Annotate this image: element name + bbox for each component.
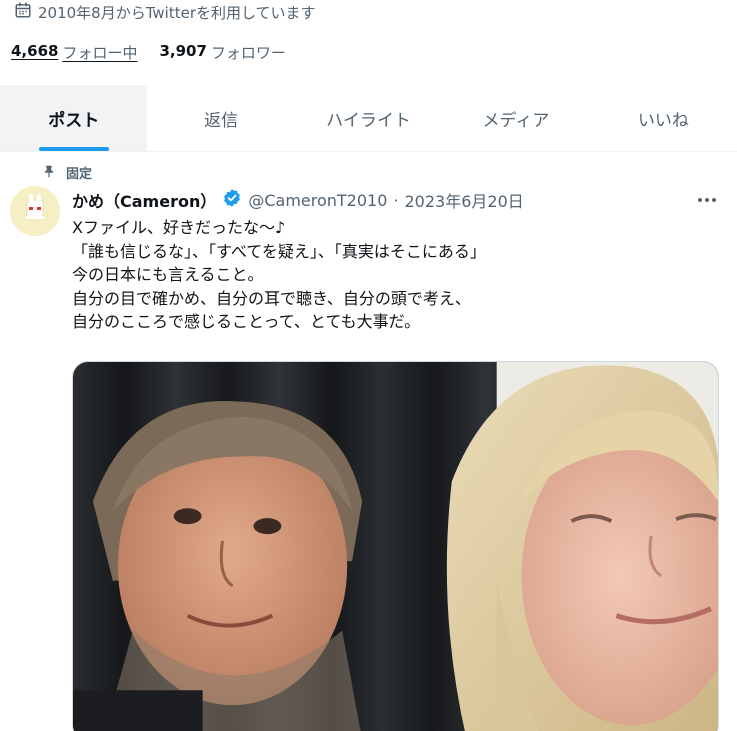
tweet-date[interactable]: 2023年6月20日 [405, 188, 524, 212]
following-link[interactable]: 4,668 フォロー中 [11, 42, 137, 63]
tab-media-label: メディア [482, 110, 550, 131]
more-dot [705, 198, 709, 202]
tab-replies[interactable]: 返信 [147, 85, 294, 151]
follow-stats: 4,668 フォロー中 3,907 フォロワー [11, 42, 286, 63]
tab-replies-label: 返信 [204, 110, 239, 131]
verified-badge-icon [222, 188, 242, 212]
calendar-icon [14, 1, 32, 23]
more-dot [698, 198, 702, 202]
avatar-image [10, 186, 60, 236]
more-options-icon[interactable] [694, 190, 720, 210]
tweet-line: Xファイル、好きだったな～♪ [72, 218, 286, 237]
meta-separator: · [393, 190, 399, 210]
followers-link[interactable]: 3,907 フォロワー [159, 42, 285, 63]
selfie-photo-image [73, 362, 718, 731]
joined-text: 2010年8月からTwitterを利用しています [38, 3, 316, 22]
active-tab-indicator [38, 147, 109, 151]
more-dot [712, 198, 716, 202]
following-count: 4,668 [11, 42, 59, 60]
tweet-line: 「誰も信じるな」、「すべてを疑え」、「真実はそこにある」 [72, 241, 486, 261]
joined-date: 2010年8月からTwitterを利用しています [14, 0, 316, 24]
tweet-header: かめ（Cameron） @CameronT2010 · 2023年6月20日 [72, 188, 524, 212]
pinned-label: 固定 [66, 167, 93, 182]
followers-label: フォロワー [210, 44, 286, 62]
pin-icon [42, 164, 56, 182]
tweet-line: 自分のこころで感じることって、とても大事だ。 [72, 312, 421, 331]
display-name[interactable]: かめ（Cameron） [72, 188, 216, 212]
tab-likes[interactable]: いいね [590, 85, 737, 151]
tab-likes-label: いいね [637, 110, 689, 131]
tweet-photo[interactable] [72, 361, 719, 731]
tweet-line: 今の日本にも言えること。 [72, 265, 264, 284]
user-handle[interactable]: @CameronT2010 [248, 191, 387, 210]
tab-posts[interactable]: ポスト [0, 85, 148, 151]
tweet-text: Xファイル、好きだったな～♪ 「誰も信じるな」、「すべてを疑え」、「真実はそこに… [72, 216, 486, 334]
tweet-line: 自分の目で確かめ、自分の耳で聴き、自分の頭で考え、 [72, 288, 471, 308]
tab-highlights[interactable]: ハイライト [295, 85, 442, 151]
tab-posts-label: ポスト [48, 110, 100, 131]
following-label: フォロー中 [62, 44, 138, 62]
pinned-indicator: 固定 [42, 163, 92, 182]
tab-media[interactable]: メディア [442, 85, 589, 151]
avatar[interactable] [10, 186, 60, 236]
tab-highlights-label: ハイライト [326, 110, 411, 131]
followers-count: 3,907 [159, 42, 207, 60]
profile-tabs: ポスト 返信 ハイライト メディア いいね [0, 85, 737, 152]
